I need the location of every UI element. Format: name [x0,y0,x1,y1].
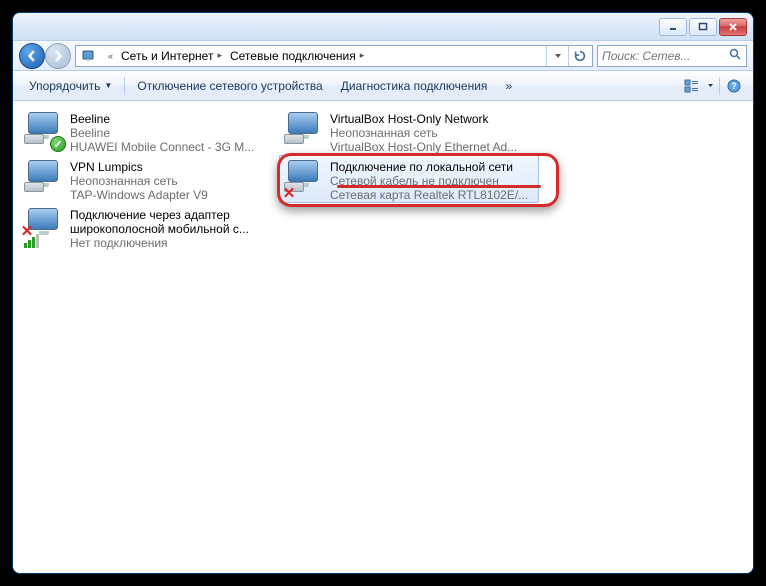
connection-name: Подключение через адаптер широкополосной… [70,208,274,236]
content-area: ✓ Beeline Beeline HUAWEI Mobile Connect … [13,101,753,573]
connection-icon: ✓ [24,110,64,150]
connection-device: TAP-Windows Adapter V9 [70,188,274,202]
connection-text: Подключение через адаптер широкополосной… [70,206,274,250]
breadcrumb-bar[interactable]: « Сеть и Интернет▸ Сетевые подключения▸ [75,45,593,67]
svg-text:?: ? [731,81,737,91]
connection-status: Сетевой кабель не подключен [330,174,534,188]
connection-icon: ✕ [284,158,324,198]
separator [719,77,720,95]
connection-device: VirtualBox Host-Only Ethernet Ad... [330,140,534,154]
connection-status: Beeline [70,126,274,140]
connection-name: Подключение по локальной сети [330,160,534,174]
address-bar: « Сеть и Интернет▸ Сетевые подключения▸ [13,41,753,71]
view-controls: ? [681,75,745,97]
disable-label: Отключение сетевого устройства [137,79,322,93]
titlebar [13,13,753,41]
back-button[interactable] [19,43,45,69]
connections-list: ✓ Beeline Beeline HUAWEI Mobile Connect … [19,107,747,251]
connection-device: HUAWEI Mobile Connect - 3G M... [70,140,274,154]
connection-name: Beeline [70,112,274,126]
status-error-icon: ✕ [282,186,296,200]
connection-text: Подключение по локальной сети Сетевой ка… [330,158,534,202]
connection-status: Неопознанная сеть [330,126,534,140]
search-box[interactable] [597,45,747,67]
breadcrumb-label: Сеть и Интернет [121,49,213,63]
connection-item[interactable]: ✕ Подключение через адаптер широкополосн… [19,203,279,251]
view-dropdown[interactable] [704,75,716,97]
breadcrumb-item[interactable]: Сетевые подключения▸ [226,46,368,66]
connection-item-selected[interactable]: ✕ Подключение по локальной сети Сетевой … [279,155,539,203]
toolbar: Упорядочить▼ Отключение сетевого устройс… [13,71,753,101]
separator [124,77,125,95]
view-button[interactable] [681,75,703,97]
status-ok-icon: ✓ [50,136,66,152]
connection-item[interactable]: VirtualBox Host-Only Network Неопознанна… [279,107,539,155]
connection-text: Beeline Beeline HUAWEI Mobile Connect - … [70,110,274,154]
more-label: » [505,79,512,93]
more-button[interactable]: » [497,76,520,96]
connection-text: VPN Lumpics Неопознанная сеть TAP-Window… [70,158,274,202]
window-frame: « Сеть и Интернет▸ Сетевые подключения▸ … [12,12,754,574]
diagnose-label: Диагностика подключения [341,79,488,93]
nav-buttons [19,43,71,69]
connection-status: Неопознанная сеть [70,174,274,188]
close-button[interactable] [719,18,747,36]
connection-name: VirtualBox Host-Only Network [330,112,534,126]
location-icon [80,47,98,65]
connection-item[interactable]: VPN Lumpics Неопознанная сеть TAP-Window… [19,155,279,203]
minimize-button[interactable] [659,18,687,36]
connection-text: VirtualBox Host-Only Network Неопознанна… [330,110,534,154]
search-icon [729,48,742,64]
connection-status: Нет подключения [70,236,274,250]
refresh-button[interactable] [568,46,590,66]
signal-bars-icon [24,234,39,248]
forward-button[interactable] [45,43,71,69]
history-dropdown[interactable] [546,46,568,66]
connection-icon: ✕ [24,206,64,246]
disable-device-button[interactable]: Отключение сетевого устройства [129,76,330,96]
connection-name: VPN Lumpics [70,160,274,174]
maximize-button[interactable] [689,18,717,36]
search-input[interactable] [602,49,727,63]
organize-label: Упорядочить [29,79,100,93]
breadcrumb-dropdown[interactable]: « [100,46,117,66]
connection-item[interactable]: ✓ Beeline Beeline HUAWEI Mobile Connect … [19,107,279,155]
connection-device: Сетевая карта Realtek RTL8102E/... [330,188,534,202]
diagnose-button[interactable]: Диагностика подключения [333,76,496,96]
breadcrumb-item[interactable]: Сеть и Интернет▸ [117,46,226,66]
connection-icon [24,158,64,198]
help-button[interactable]: ? [723,75,745,97]
breadcrumb-label: Сетевые подключения [230,49,356,63]
organize-button[interactable]: Упорядочить▼ [21,76,120,96]
connection-icon [284,110,324,150]
